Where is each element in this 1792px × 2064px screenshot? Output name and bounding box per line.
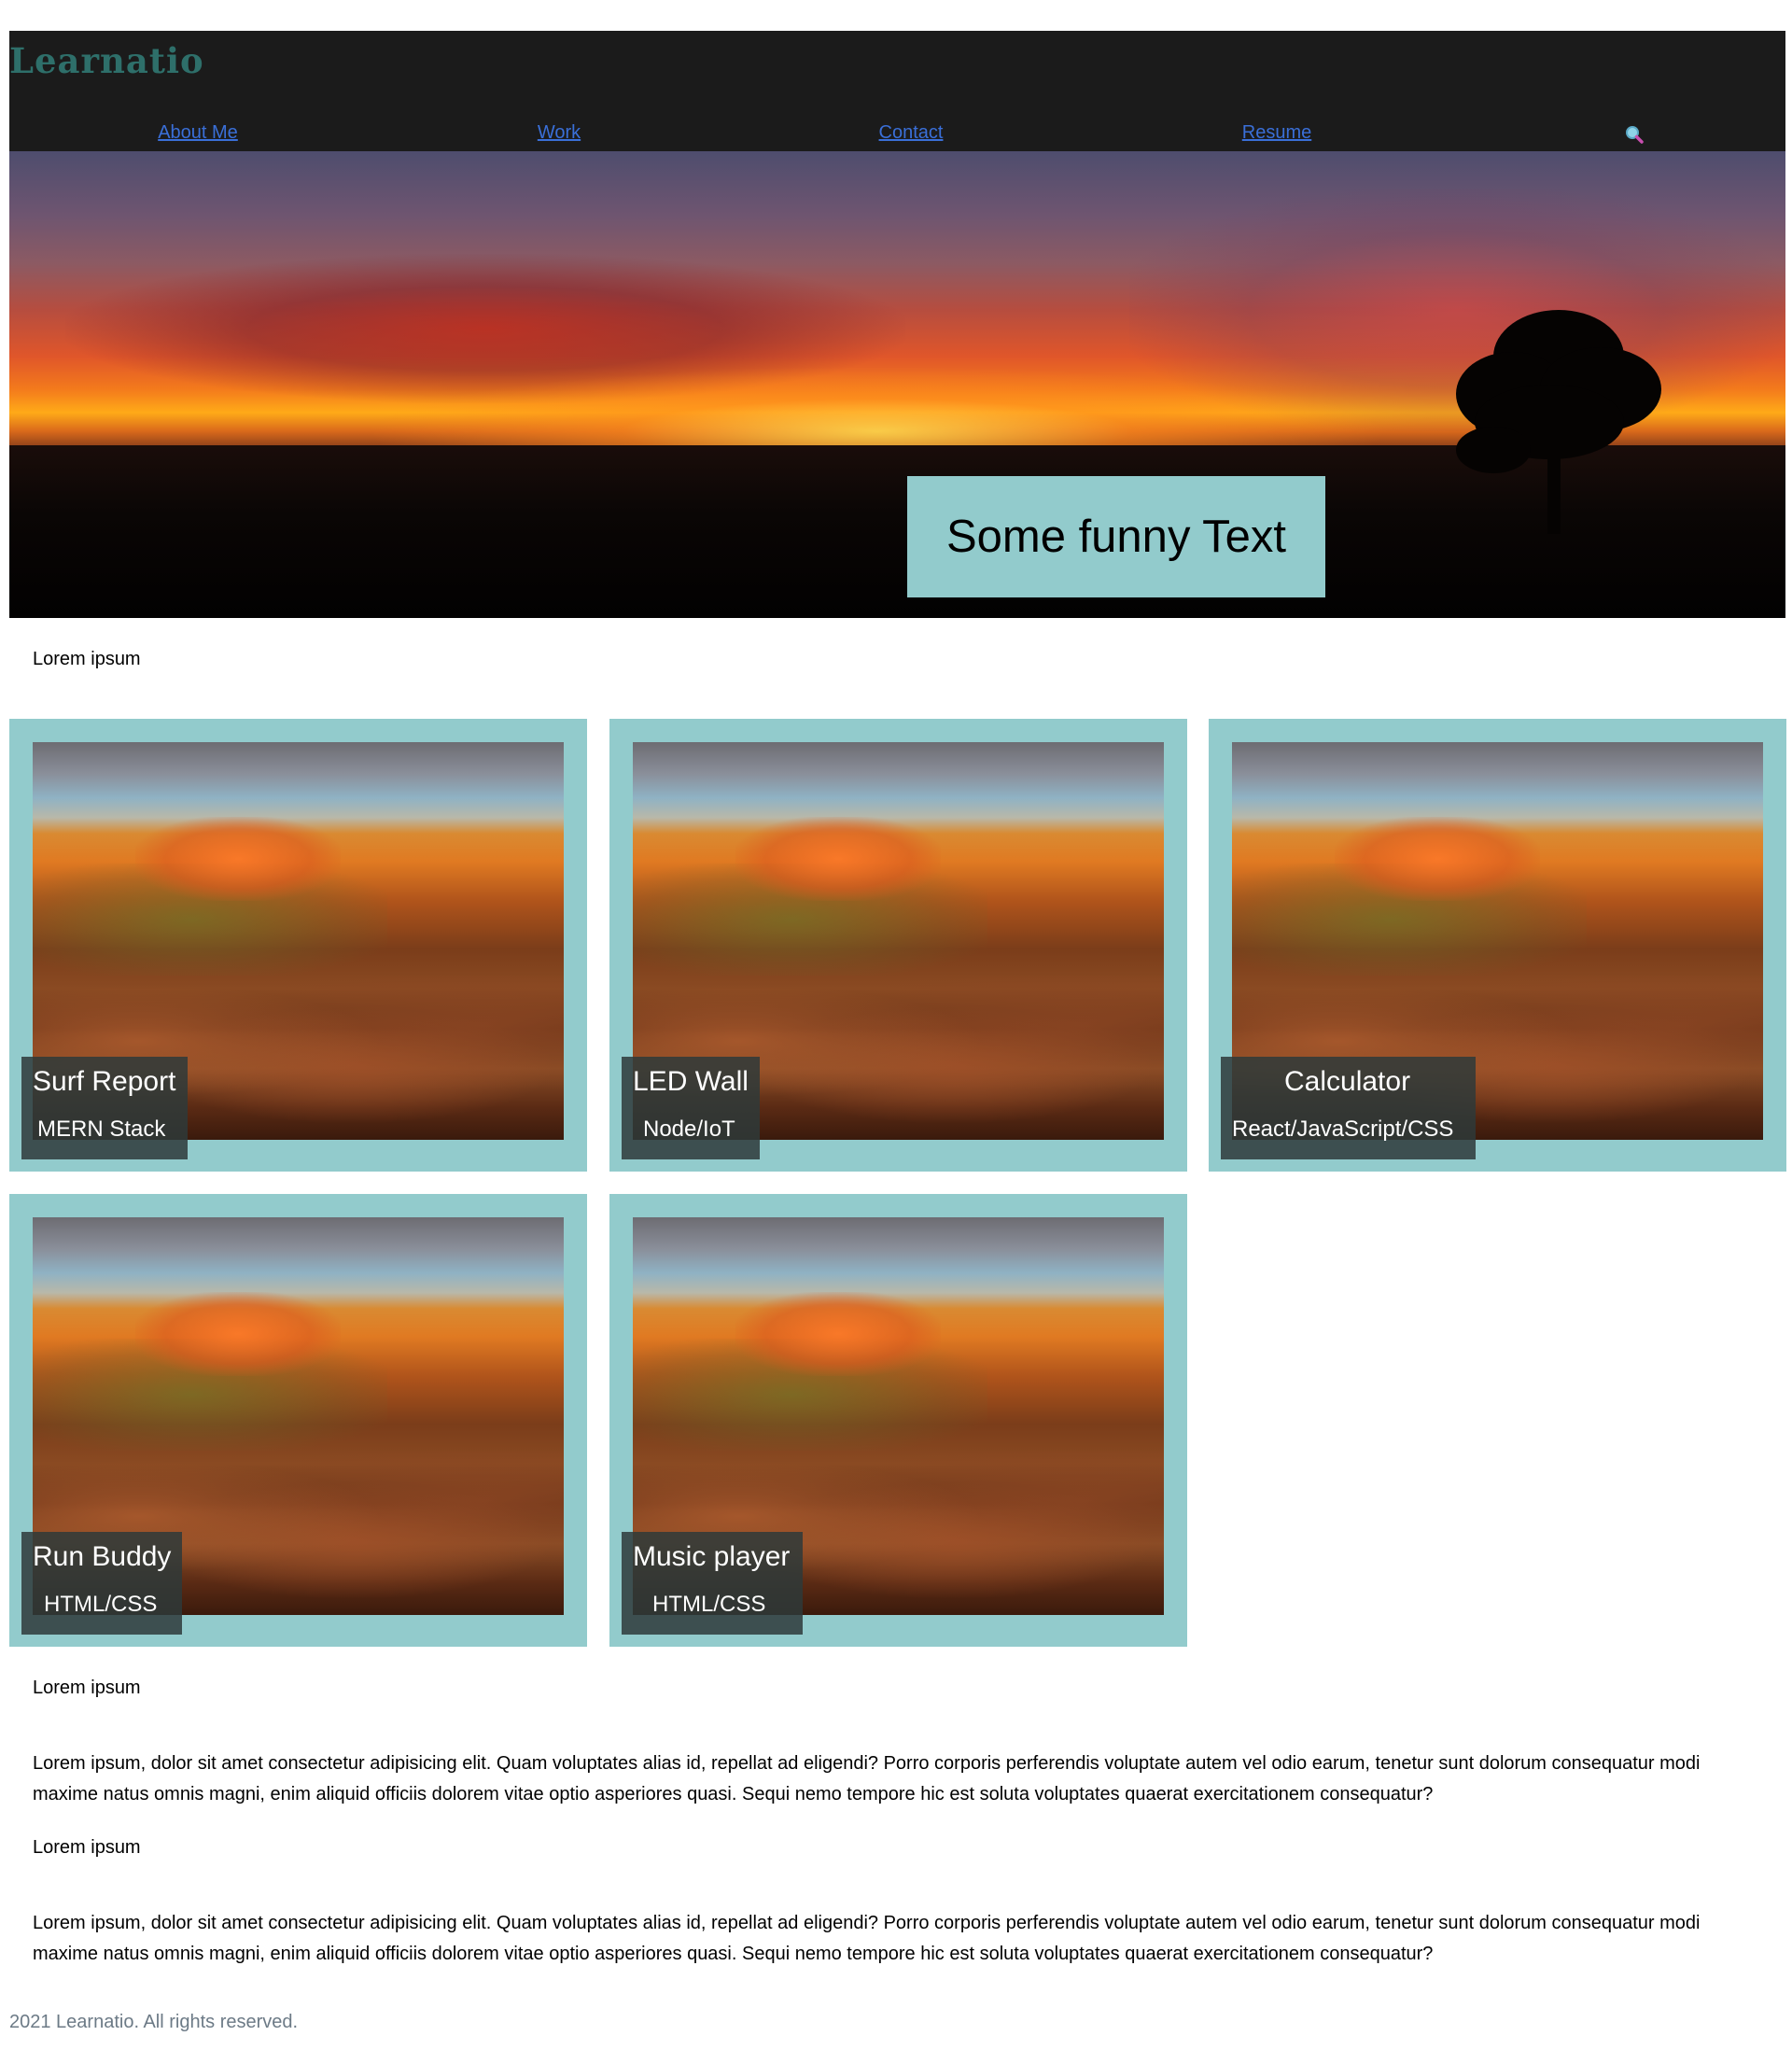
project-title: Music player <box>633 1541 791 1572</box>
project-stack: HTML/CSS <box>652 1592 766 1617</box>
nav-link-work[interactable]: Work <box>538 122 581 144</box>
nav-link-resume[interactable]: Resume <box>1242 122 1311 144</box>
project-card-calculator[interactable]: Calculator React/JavaScript/CSS <box>1209 719 1786 1172</box>
project-title: LED Wall <box>633 1066 749 1097</box>
nav-link-about-me[interactable]: About Me <box>158 122 238 144</box>
section-heading: Lorem ipsum <box>33 1837 141 1858</box>
hero-text-box: Some funny Text <box>907 476 1325 597</box>
project-title: Calculator <box>1284 1066 1411 1097</box>
project-caption: Surf Report MERN Stack <box>21 1057 188 1159</box>
hero-text: Some funny Text <box>945 512 1287 562</box>
section-paragraph: Lorem ipsum, dolor sit amet consectetur … <box>33 1753 1701 1804</box>
project-stack: MERN Stack <box>37 1116 166 1142</box>
project-title: Surf Report <box>33 1066 176 1097</box>
footer-copyright: 2021 Learnatio. All rights reserved. <box>9 2012 299 2032</box>
project-caption: Music player HTML/CSS <box>622 1532 803 1635</box>
main-nav: About Me Work Contact Resume <box>9 122 1785 150</box>
project-card-music-player[interactable]: Music player HTML/CSS <box>609 1194 1187 1647</box>
project-caption: Calculator React/JavaScript/CSS <box>1221 1057 1476 1159</box>
project-caption: Run Buddy HTML/CSS <box>21 1532 182 1635</box>
project-card-led-wall[interactable]: LED Wall Node/IoT <box>609 719 1187 1172</box>
hero-banner: Some funny Text <box>9 151 1785 618</box>
search-button[interactable] <box>1624 124 1645 145</box>
project-card-run-buddy[interactable]: Run Buddy HTML/CSS <box>9 1194 587 1647</box>
section-heading: Lorem ipsum <box>33 1678 141 1698</box>
brand-logo[interactable]: Learnatio <box>9 40 204 81</box>
project-caption: LED Wall Node/IoT <box>622 1057 760 1159</box>
tree-silhouette <box>1456 310 1661 534</box>
magnifier-icon <box>1626 126 1644 144</box>
project-stack: Node/IoT <box>643 1116 735 1142</box>
project-stack: React/JavaScript/CSS <box>1232 1116 1454 1142</box>
project-title: Run Buddy <box>33 1541 172 1572</box>
section-paragraph: Lorem ipsum, dolor sit amet consectetur … <box>33 1913 1701 1964</box>
nav-link-contact[interactable]: Contact <box>879 122 944 144</box>
project-card-surf-report[interactable]: Surf Report MERN Stack <box>9 719 587 1172</box>
project-stack: HTML/CSS <box>44 1592 158 1617</box>
site-header: Learnatio About Me Work Contact Resume <box>9 31 1785 151</box>
intro-heading: Lorem ipsum <box>33 649 141 669</box>
